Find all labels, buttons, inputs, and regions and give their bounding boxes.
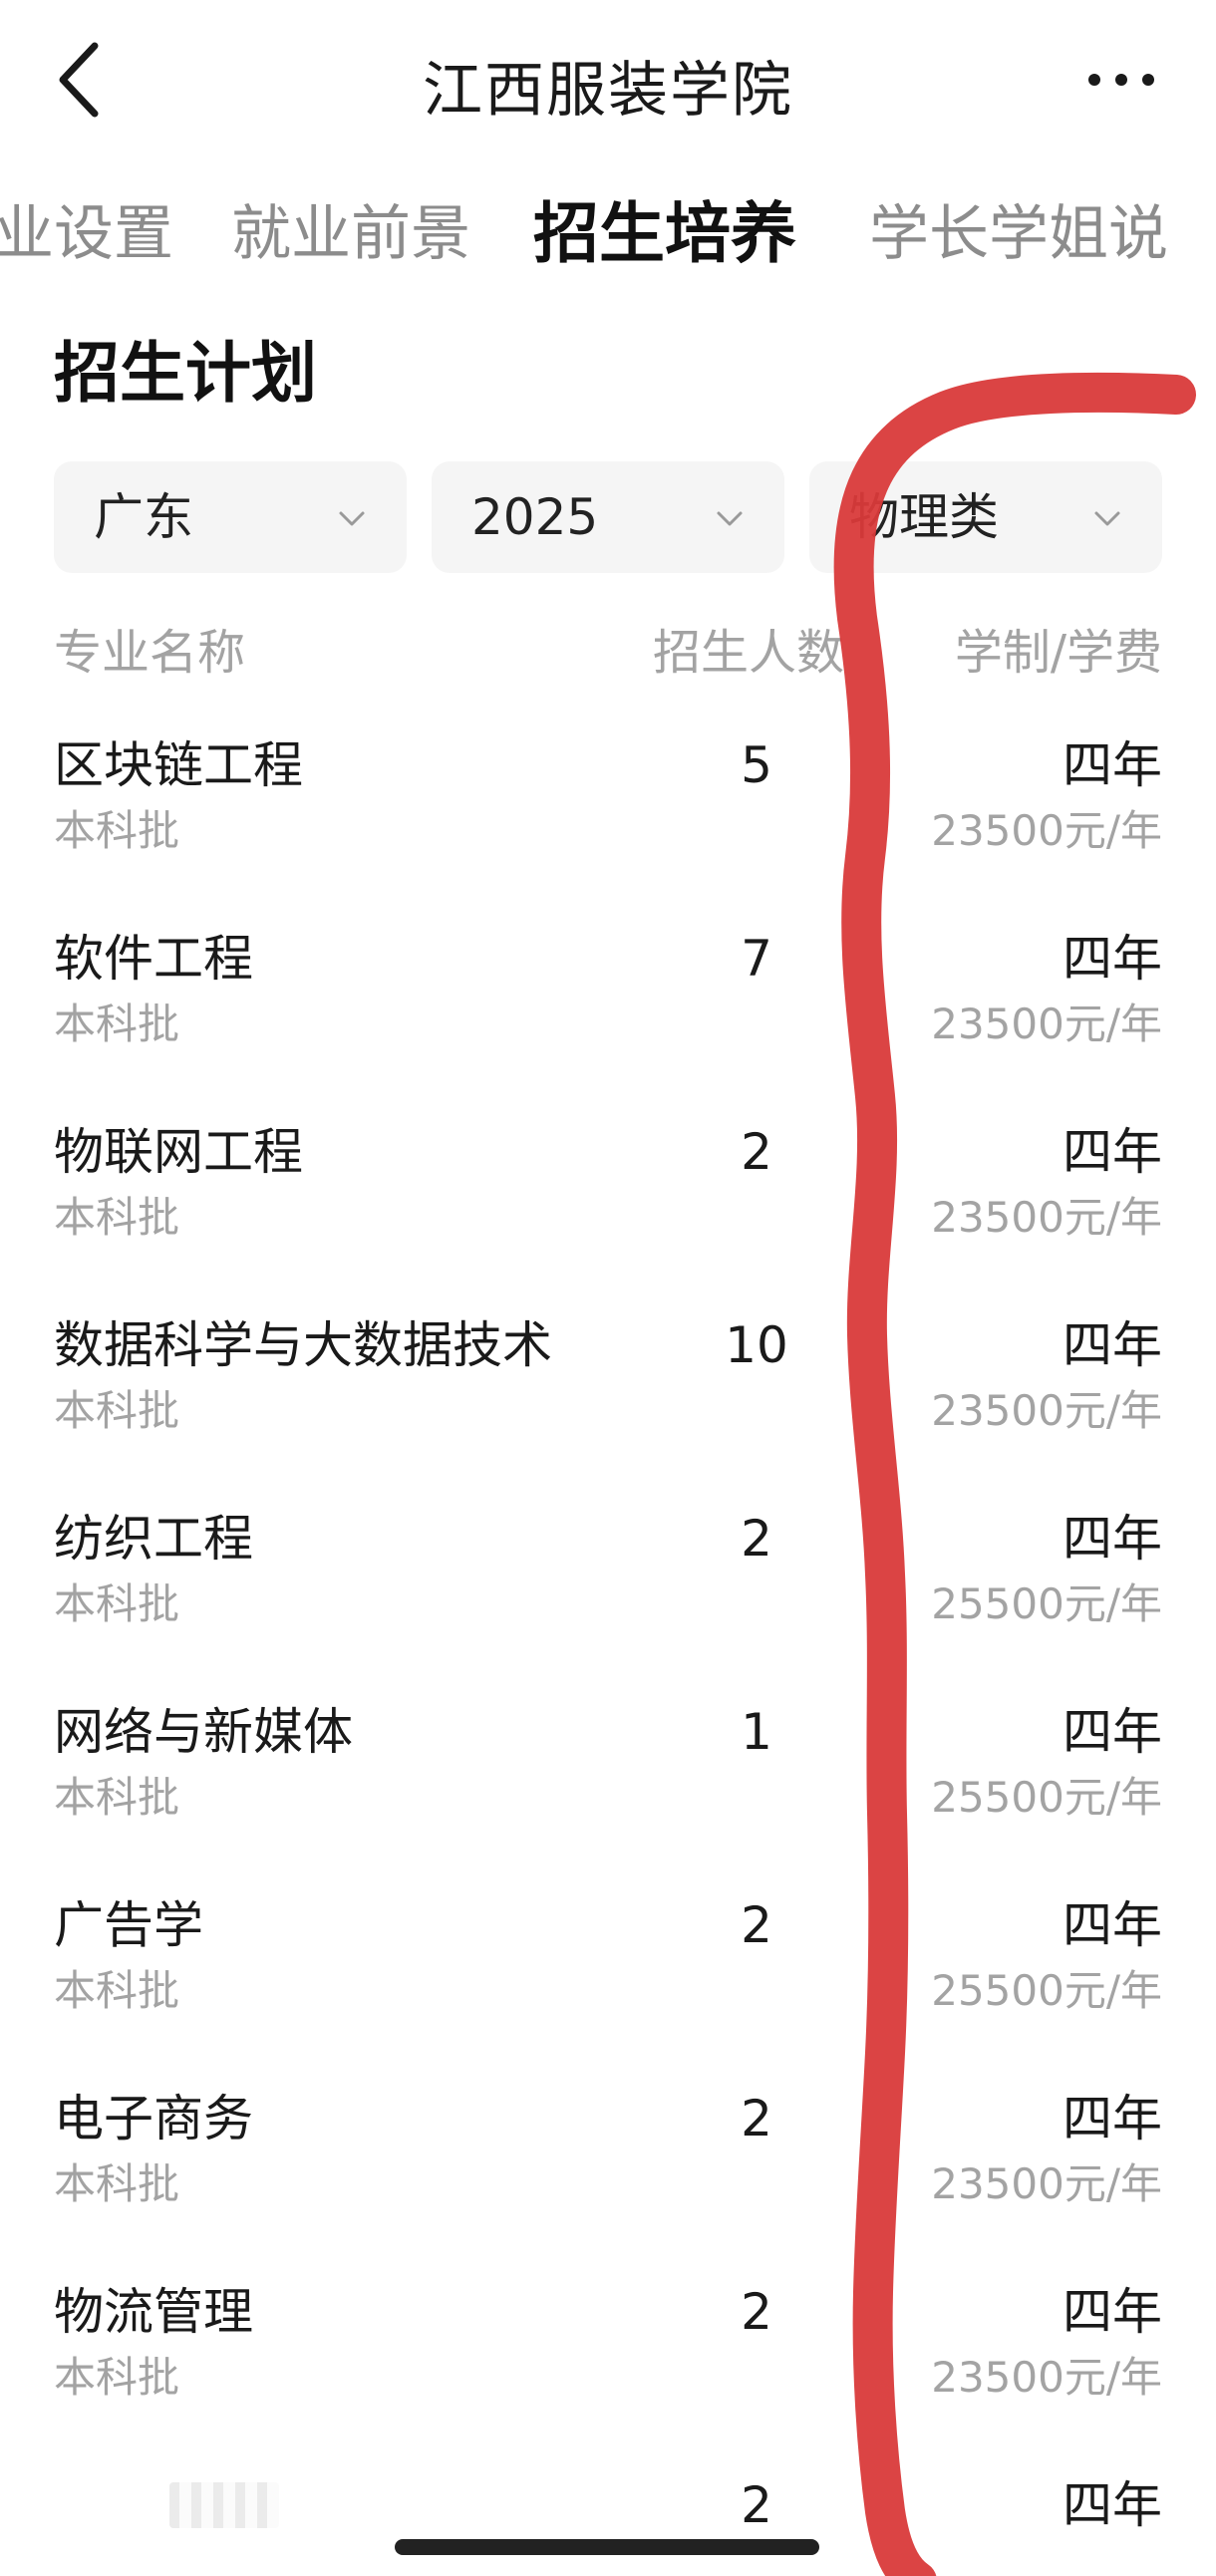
enrollment-count: 7 xyxy=(741,930,772,988)
tuition-fee: 23500元/年 xyxy=(931,806,1162,855)
table-row: 软件工程 本科批 7 四年 23500元/年 xyxy=(0,924,1216,1117)
province-filter-value: 广东 xyxy=(94,488,193,546)
enrollment-count: 2 xyxy=(741,1510,772,1568)
enrollment-count: 2 xyxy=(741,1896,772,1954)
enrollment-count: 5 xyxy=(741,736,772,794)
chevron-down-icon xyxy=(1094,511,1120,526)
tuition-fee: 23500元/年 xyxy=(931,2159,1162,2208)
study-duration: 四年 xyxy=(1063,2090,1162,2147)
batch-label: 本科批 xyxy=(54,1000,180,1048)
app-screen: 江西服装学院 业设置 就业前景 招生培养 学长学姐说 招生计划 广东 2025 … xyxy=(0,0,1216,2576)
tuition-fee: 23500元/年 xyxy=(931,2353,1162,2402)
table-row: 物流管理 本科批 2 四年 23500元/年 xyxy=(0,2277,1216,2470)
study-duration: 四年 xyxy=(1063,736,1162,794)
table-row: 广告学 本科批 2 四年 25500元/年 xyxy=(0,1890,1216,2084)
major-name: 物联网工程 xyxy=(54,1123,303,1181)
table-row: 2 四年 xyxy=(0,2470,1216,2576)
major-name: 数据科学与大数据技术 xyxy=(54,1316,552,1374)
enrollment-count: 10 xyxy=(725,1316,788,1374)
column-header-major: 专业名称 xyxy=(54,625,246,681)
subject-filter-value: 物理类 xyxy=(849,488,999,546)
table-row: 纺织工程 本科批 2 四年 25500元/年 xyxy=(0,1504,1216,1697)
more-button[interactable] xyxy=(1066,40,1176,120)
batch-label: 本科批 xyxy=(54,1773,180,1822)
table-row: 电子商务 本科批 2 四年 23500元/年 xyxy=(0,2084,1216,2277)
section-title: 招生计划 xyxy=(54,335,317,412)
home-indicator[interactable] xyxy=(395,2539,819,2555)
tuition-fee: 23500元/年 xyxy=(931,1386,1162,1435)
tab-senior-talk[interactable]: 学长学姐说 xyxy=(869,189,1168,279)
study-duration: 四年 xyxy=(1063,2283,1162,2341)
batch-label: 本科批 xyxy=(54,2159,180,2208)
province-filter[interactable]: 广东 xyxy=(54,461,407,573)
major-name: 区块链工程 xyxy=(54,736,303,794)
batch-label: 本科批 xyxy=(54,1386,180,1435)
tab-bar: 业设置 就业前景 招生培养 学长学姐说 xyxy=(0,189,1216,279)
study-duration: 四年 xyxy=(1063,930,1162,988)
column-header-duration-fee: 学制/学费 xyxy=(954,625,1162,681)
subject-filter[interactable]: 物理类 xyxy=(809,461,1162,573)
tuition-fee: 25500元/年 xyxy=(931,1773,1162,1822)
major-name: 软件工程 xyxy=(54,930,253,988)
batch-label: 本科批 xyxy=(54,2353,180,2402)
tab-admission[interactable]: 招生培养 xyxy=(533,189,796,279)
year-filter-value: 2025 xyxy=(471,488,599,546)
major-name: 广告学 xyxy=(54,1896,203,1954)
study-duration: 四年 xyxy=(1063,1316,1162,1374)
tuition-fee: 25500元/年 xyxy=(931,1579,1162,1628)
enrollment-count: 2 xyxy=(741,2283,772,2341)
batch-label: 本科批 xyxy=(54,806,180,855)
table-row: 区块链工程 本科批 5 四年 23500元/年 xyxy=(0,730,1216,924)
batch-label: 本科批 xyxy=(54,1579,180,1628)
enrollment-count: 1 xyxy=(741,1703,772,1761)
table-row: 数据科学与大数据技术 本科批 10 四年 23500元/年 xyxy=(0,1310,1216,1504)
column-header-count: 招生人数 xyxy=(653,625,845,681)
study-duration: 四年 xyxy=(1063,1703,1162,1761)
major-name: 电子商务 xyxy=(54,2090,253,2147)
major-name: 物流管理 xyxy=(54,2283,253,2341)
tab-employment[interactable]: 就业前景 xyxy=(231,189,470,279)
major-name: 纺织工程 xyxy=(54,1510,253,1568)
enrollment-count: 2 xyxy=(741,2090,772,2147)
study-duration: 四年 xyxy=(1063,1896,1162,1954)
tuition-fee: 25500元/年 xyxy=(931,1966,1162,2015)
year-filter[interactable]: 2025 xyxy=(432,461,784,573)
batch-label: 本科批 xyxy=(54,1193,180,1242)
study-duration: 四年 xyxy=(1063,1123,1162,1181)
page-title: 江西服装学院 xyxy=(423,56,793,126)
table-row: 物联网工程 本科批 2 四年 23500元/年 xyxy=(0,1117,1216,1310)
chevron-down-icon xyxy=(339,511,365,526)
enrollment-count: 2 xyxy=(741,2476,772,2534)
tuition-fee: 23500元/年 xyxy=(931,1000,1162,1048)
blurred-major-name xyxy=(169,2482,279,2528)
more-horizontal-icon xyxy=(1088,74,1154,86)
major-name: 网络与新媒体 xyxy=(54,1703,353,1761)
study-duration: 四年 xyxy=(1063,2476,1162,2534)
chevron-down-icon xyxy=(717,511,743,526)
tuition-fee: 23500元/年 xyxy=(931,1193,1162,1242)
study-duration: 四年 xyxy=(1063,1510,1162,1568)
tab-major-settings[interactable]: 业设置 xyxy=(0,189,173,279)
batch-label: 本科批 xyxy=(54,1966,180,2015)
top-bar: 江西服装学院 xyxy=(0,0,1216,159)
enrollment-count: 2 xyxy=(741,1123,772,1181)
table-row: 网络与新媒体 本科批 1 四年 25500元/年 xyxy=(0,1697,1216,1890)
